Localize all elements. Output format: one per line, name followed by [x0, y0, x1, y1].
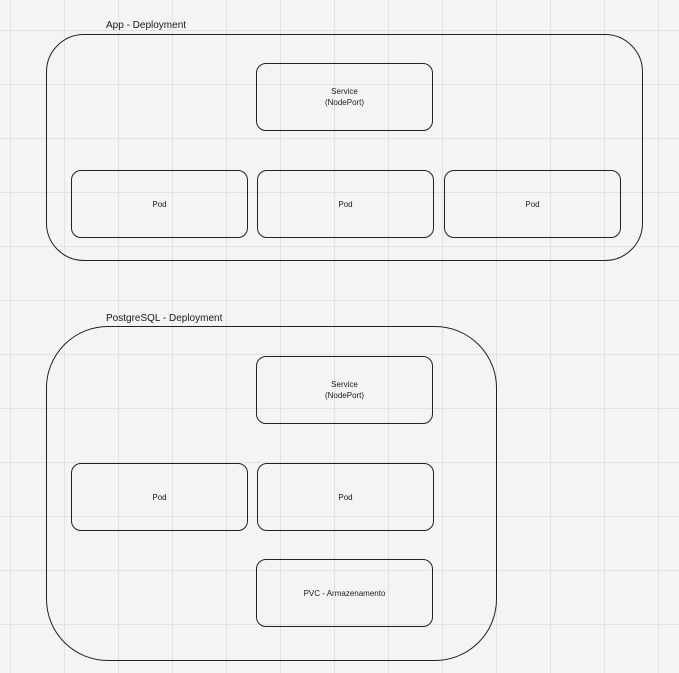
- app-pod-1-label: Pod: [152, 199, 167, 209]
- postgres-pod-2[interactable]: Pod: [257, 463, 434, 531]
- postgres-pod-1[interactable]: Pod: [71, 463, 248, 531]
- postgres-service-label: Service: [331, 380, 358, 389]
- app-service-label: Service: [331, 87, 358, 96]
- postgres-deployment-title: PostgreSQL - Deployment: [106, 313, 223, 324]
- postgres-service-type: (NodePort): [324, 391, 365, 400]
- app-service-node[interactable]: Service (NodePort): [256, 63, 433, 131]
- postgres-pod-1-label: Pod: [152, 492, 167, 502]
- app-pod-3[interactable]: Pod: [444, 170, 621, 238]
- app-deployment-title: App - Deployment: [106, 20, 187, 31]
- app-service-type: (NodePort): [324, 98, 365, 107]
- app-pod-2-label: Pod: [338, 199, 353, 209]
- app-pod-2[interactable]: Pod: [257, 170, 434, 238]
- postgres-pvc-label: PVC - Armazenamento: [303, 588, 386, 598]
- app-pod-1[interactable]: Pod: [71, 170, 248, 238]
- postgres-service-node[interactable]: Service (NodePort): [256, 356, 433, 424]
- app-pod-3-label: Pod: [525, 199, 540, 209]
- postgres-pvc-node[interactable]: PVC - Armazenamento: [256, 559, 433, 627]
- postgres-pod-2-label: Pod: [338, 492, 353, 502]
